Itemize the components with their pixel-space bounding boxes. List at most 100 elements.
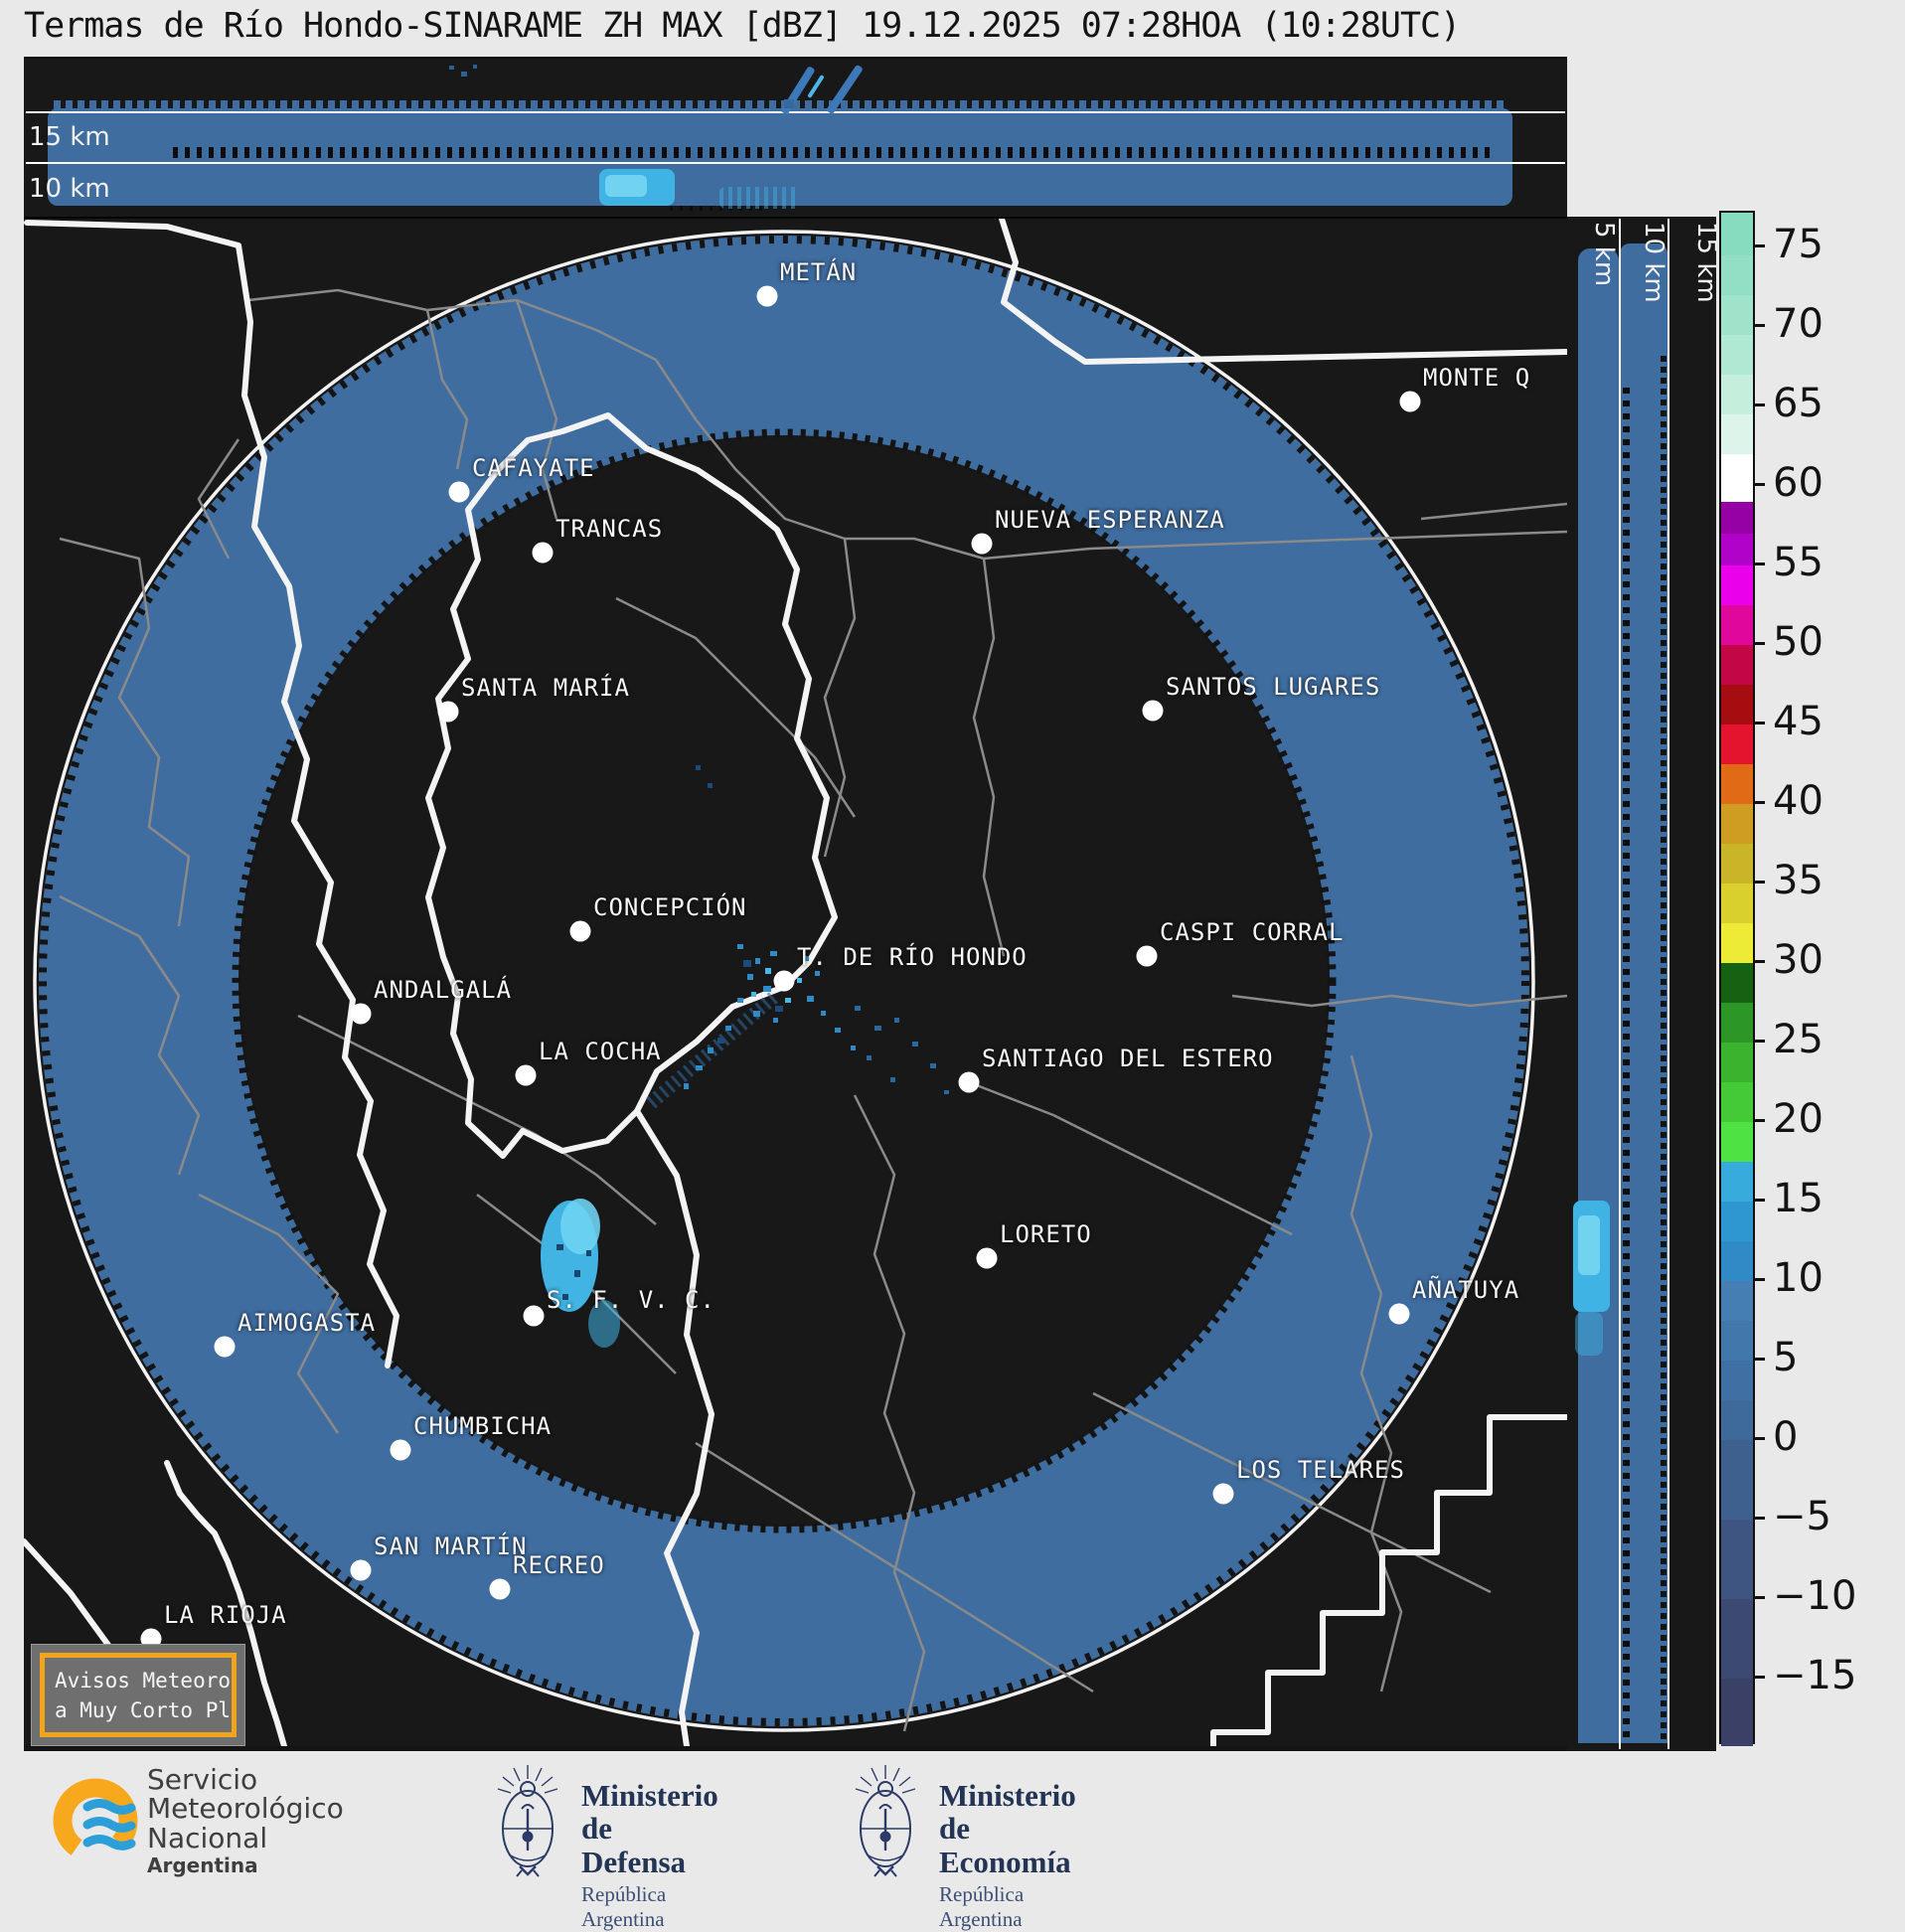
colorbar bbox=[1719, 211, 1755, 1746]
colorbar-tick-label-0: 0 bbox=[1773, 1414, 1799, 1461]
colorbar-tick bbox=[1755, 403, 1765, 406]
colorbar-segment-2.5-5dbz bbox=[1721, 1361, 1753, 1400]
colorbar-segment-35-37.5dbz bbox=[1721, 844, 1753, 884]
colorbar-tick-label-75: 75 bbox=[1773, 222, 1824, 268]
city-label: METÁN bbox=[780, 258, 858, 286]
warning-box: Avisos Meteorológicos a Muy Corto Plazo bbox=[31, 1644, 245, 1746]
city-label: SANTIAGO DEL ESTERO bbox=[982, 1045, 1274, 1072]
smn-logo-text: Servicio Meteorológico Nacional Argentin… bbox=[147, 1765, 344, 1876]
city-label: SAN MARTÍN bbox=[374, 1532, 528, 1560]
colorbar-segment-64.5-67dbz bbox=[1721, 375, 1753, 414]
warning-line: Avisos Meteorológicos bbox=[55, 1669, 232, 1692]
colorbar-tick bbox=[1755, 881, 1765, 884]
colorbar-tick-label-15: 15 bbox=[1773, 1176, 1824, 1222]
altitude-line-5km bbox=[26, 162, 1565, 164]
colorbar-tick bbox=[1755, 642, 1765, 645]
city-dot-icon bbox=[1399, 391, 1421, 412]
colorbar-tick-label--5: −5 bbox=[1773, 1494, 1831, 1540]
colorbar-tick bbox=[1755, 1278, 1765, 1281]
colorbar-segment--5-0dbz bbox=[1721, 1440, 1753, 1520]
colorbar-segment-12.5-15dbz bbox=[1721, 1202, 1753, 1241]
colorbar-tick bbox=[1755, 1676, 1765, 1679]
colorbar-tick-label-30: 30 bbox=[1773, 937, 1824, 984]
ministry-subtitle: República Argentina bbox=[939, 1882, 1025, 1932]
city-dot-icon bbox=[773, 970, 795, 992]
ministry-name: Ministerio de Defensa bbox=[581, 1778, 718, 1879]
city-label: TRANCAS bbox=[556, 515, 664, 543]
city-dot-icon bbox=[515, 1064, 537, 1086]
echo-speck bbox=[449, 66, 454, 70]
city-label: AIMOGASTA bbox=[238, 1309, 377, 1337]
colorbar-segment-42.5-45dbz bbox=[1721, 724, 1753, 764]
echo-speck bbox=[461, 72, 467, 77]
right-altitude-label-5-km: 5 km bbox=[1589, 222, 1619, 287]
top-altitude-label-10-km: 10 km bbox=[29, 174, 110, 204]
city-label: LA RIOJA bbox=[164, 1601, 287, 1629]
colorbar-tick-label-50: 50 bbox=[1773, 619, 1824, 666]
colorbar-tick-label--15: −15 bbox=[1773, 1653, 1857, 1699]
colorbar-segment-7.5-10dbz bbox=[1721, 1281, 1753, 1321]
radar-echo-ne-specks bbox=[855, 1006, 949, 1094]
colorbar-segment-57-59dbz bbox=[1721, 502, 1753, 534]
city-dot-icon bbox=[756, 285, 778, 307]
colorbar-segment-69.5-72dbz bbox=[1721, 295, 1753, 335]
colorbar-segment-47.5-50dbz bbox=[1721, 645, 1753, 685]
colorbar-tick-label-70: 70 bbox=[1773, 301, 1824, 348]
colorbar-tick bbox=[1755, 1040, 1765, 1043]
city-label: AÑATUYA bbox=[1412, 1276, 1520, 1304]
echo-tail-right bbox=[1575, 1312, 1603, 1356]
smn-logo-icon bbox=[53, 1778, 138, 1863]
ministry-subtitle: República Argentina bbox=[581, 1882, 667, 1932]
city-label: CONCEPCIÓN bbox=[593, 893, 747, 921]
coverage-column-0-5km bbox=[1578, 248, 1619, 1743]
colorbar-segment-32.5-35dbz bbox=[1721, 884, 1753, 923]
colorbar-segment-25-27.5dbz bbox=[1721, 1003, 1753, 1043]
colorbar-tick-label--10: −10 bbox=[1773, 1573, 1857, 1620]
radar-map: METÁN MONTE Q CAFAYATE TRANCAS NUEVA ESPERAN… bbox=[24, 217, 1567, 1746]
coat-of-arms-icon bbox=[855, 1765, 916, 1877]
colorbar-tick-label-55: 55 bbox=[1773, 540, 1824, 586]
city-dot-icon bbox=[532, 542, 554, 564]
city-label: SANTA MARÍA bbox=[461, 674, 630, 702]
colorbar-tick-label-10: 10 bbox=[1773, 1255, 1824, 1302]
colorbar-tick bbox=[1755, 324, 1765, 327]
colorbar-tick bbox=[1755, 1199, 1765, 1202]
city-dot-icon bbox=[437, 701, 459, 723]
city-dot-icon bbox=[214, 1336, 236, 1358]
altitude-line-10km-v bbox=[1667, 219, 1669, 1749]
city-dot-icon bbox=[1142, 700, 1164, 722]
colorbar-segment-17.5-20dbz bbox=[1721, 1122, 1753, 1162]
city-dot-icon bbox=[390, 1439, 411, 1461]
colorbar-tick-label-25: 25 bbox=[1773, 1017, 1824, 1063]
echo-faint-speckle bbox=[719, 187, 799, 209]
colorbar-segment--10--5dbz bbox=[1721, 1520, 1753, 1599]
echo-speck bbox=[473, 65, 477, 69]
smn-line: Nacional bbox=[147, 1821, 268, 1854]
colorbar-segment-20-22.5dbz bbox=[1721, 1082, 1753, 1122]
altitude-line-10km bbox=[26, 111, 1565, 113]
colorbar-tick-label-5: 5 bbox=[1773, 1335, 1799, 1381]
colorbar-tick bbox=[1755, 801, 1765, 804]
city-dot-icon bbox=[1212, 1483, 1234, 1505]
smn-line: Meteorológico bbox=[147, 1792, 344, 1826]
city-dot-icon bbox=[976, 1247, 998, 1269]
colorbar-tick bbox=[1755, 722, 1765, 724]
colorbar-tick-label-35: 35 bbox=[1773, 858, 1824, 904]
colorbar-segment-74.5-77.3dbz bbox=[1721, 213, 1753, 255]
colorbar-segment-62-64.5dbz bbox=[1721, 414, 1753, 454]
city-dot-icon bbox=[569, 920, 591, 942]
colorbar-tick-label-40: 40 bbox=[1773, 778, 1824, 825]
colorbar-segment-15-17.5dbz bbox=[1721, 1162, 1753, 1202]
colorbar-tick bbox=[1755, 1596, 1765, 1599]
echo-core-icon bbox=[605, 175, 647, 197]
radar-echo-sfvc bbox=[541, 1199, 620, 1348]
colorbar-tick bbox=[1755, 1119, 1765, 1122]
smn-line: Servicio bbox=[147, 1763, 258, 1796]
colorbar-tick bbox=[1755, 960, 1765, 963]
colorbar-tick bbox=[1755, 563, 1765, 565]
colorbar-segment--15--10dbz bbox=[1721, 1599, 1753, 1679]
colorbar-segment--19.7--15dbz bbox=[1721, 1679, 1753, 1746]
colorbar-segment-52.5-55dbz bbox=[1721, 565, 1753, 605]
city-label: MONTE Q bbox=[1423, 364, 1531, 392]
city-dot-icon bbox=[350, 1559, 372, 1581]
